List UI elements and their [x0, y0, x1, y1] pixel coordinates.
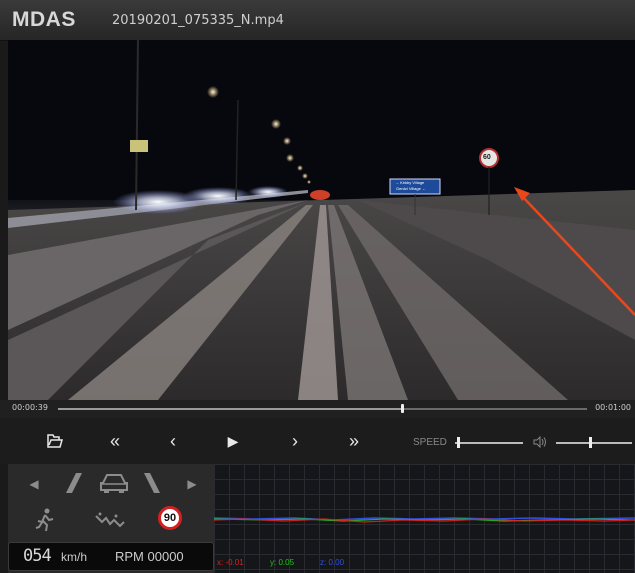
speed-slider-handle[interactable]: [457, 437, 461, 448]
volume-slider[interactable]: [556, 437, 632, 448]
speed-value: 054: [23, 546, 52, 566]
z-readout: z: 0.00: [320, 558, 345, 567]
open-file-button[interactable]: [40, 426, 70, 456]
play-icon: ▶: [227, 432, 239, 449]
app-title: MDAS: [12, 8, 76, 31]
seek-progress: [58, 408, 402, 410]
seek-track[interactable]: [58, 404, 587, 413]
seek-handle[interactable]: [400, 404, 404, 413]
play-button[interactable]: ▶: [218, 426, 248, 456]
y-readout: y: 0.05: [270, 558, 295, 567]
accelerometer-graph: x: -0.01 y: 0.05 z: 0.00: [214, 464, 635, 573]
speed-label: SPEED: [413, 437, 447, 448]
right-arrow-icon: ▶: [187, 477, 197, 491]
direction-sign-text-1: → Kirkby Village: [395, 180, 425, 185]
seek-bar[interactable]: 00:00:39 00:01:00: [0, 400, 635, 418]
fast-rewind-icon: «: [109, 430, 120, 451]
accelerometer-plot: [214, 517, 635, 523]
left-arrow-icon: ◀: [29, 477, 39, 491]
chevron-left-icon: ‹: [170, 430, 176, 451]
lane-line-right-icon: [144, 473, 160, 493]
chevron-right-icon: ›: [292, 430, 298, 451]
fast-rewind-button[interactable]: «: [100, 426, 130, 456]
pedestrian-icon: [35, 508, 54, 532]
playback-controls: « ‹ ▶ › » SPEED: [0, 418, 635, 464]
folder-open-icon: [47, 434, 63, 448]
speed-limit-value: 90: [163, 512, 177, 524]
current-time: 00:00:39: [12, 403, 48, 412]
rpm-readout: RPM 00000: [115, 549, 184, 564]
direction-sign-text-2: Gerdzi Village ←: [396, 186, 426, 191]
x-readout: x: -0.01: [217, 558, 244, 567]
video-frame[interactable]: → Kirkby Village Gerdzi Village ← 60: [8, 40, 635, 400]
indicator-panel: ◀ ▶ 90 054 km/h RPM 00000: [8, 464, 214, 573]
lane-line-left-icon: [66, 473, 82, 493]
title-bar: MDAS 20190201_075335_N.mp4: [0, 0, 635, 41]
file-name: 20190201_075335_N.mp4: [112, 13, 284, 28]
fast-forward-icon: »: [348, 430, 359, 451]
collision-warning-icon: [95, 512, 125, 528]
car-icon: [100, 474, 128, 493]
total-time: 00:01:00: [595, 403, 631, 412]
speed-slider[interactable]: [455, 437, 523, 448]
speed-unit: km/h: [61, 550, 88, 564]
volume-slider-handle[interactable]: [589, 437, 593, 448]
speedometer-display: 054 km/h RPM 00000: [8, 542, 214, 571]
next-frame-button[interactable]: ›: [280, 426, 310, 456]
volume-icon: [533, 436, 546, 448]
speed-limit-badge: 90: [158, 506, 182, 530]
speed-sign-value: 60: [483, 154, 491, 161]
annotation-arrow-icon: [508, 180, 635, 320]
previous-frame-button[interactable]: ‹: [158, 426, 188, 456]
fast-forward-button[interactable]: »: [339, 426, 369, 456]
